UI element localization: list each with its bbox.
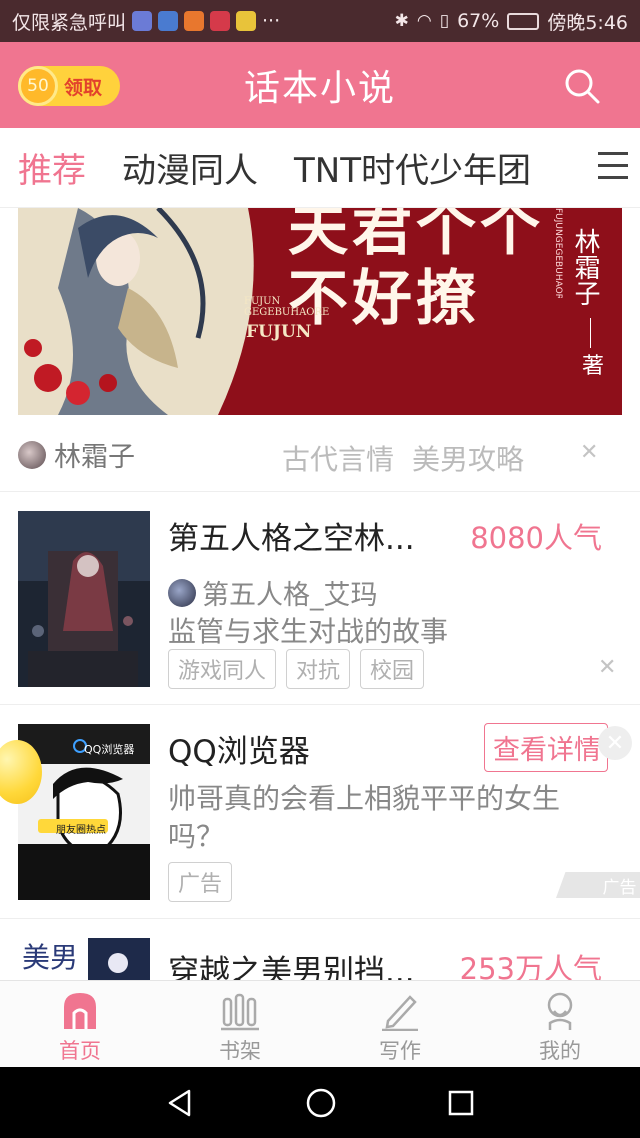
tab-recommend[interactable]: 推荐 <box>18 143 86 214</box>
claim-coins-button[interactable]: 50 领取 <box>18 66 120 106</box>
tab-anime-fanfic[interactable]: 动漫同人 <box>122 143 258 192</box>
ad-cover-app-name: QQ浏览器 <box>84 743 135 756</box>
book-tag[interactable]: 游戏同人 <box>168 649 277 689</box>
ad-description: 帅哥真的会看上相貌平平的女生吗？ <box>168 782 561 853</box>
home-icon <box>64 993 96 1029</box>
author-line: 第五人格_艾玛 <box>168 573 378 612</box>
battery-icon <box>507 12 540 30</box>
book-tag[interactable]: 对抗 <box>286 649 351 689</box>
gift-app-icon <box>210 11 231 31</box>
wifi-icon: ◠ <box>416 11 432 31</box>
banner-tags: 古代言情 美男攻略 <box>282 438 524 478</box>
book-popularity: 8080人气 <box>470 521 602 555</box>
book-cover <box>18 511 150 687</box>
music-app-icon <box>132 11 153 31</box>
emoji-app-icon <box>236 11 257 31</box>
profile-icon <box>547 992 573 1030</box>
tab-tnt[interactable]: TNT时代少年团 <box>294 143 531 192</box>
category-tabs: 推荐 动漫同人 TNT时代少年团 <box>0 128 640 214</box>
tag-row: 游戏同人 对抗 校园 <box>168 649 425 689</box>
app-header: 50 领取 话本小说 <box>0 42 640 128</box>
banner-fujun-big: FUJUN <box>246 322 312 342</box>
author-avatar <box>18 440 46 469</box>
author-avatar <box>168 578 196 607</box>
banner-meta-row: 林霜子 古代言情 美男攻略 ✕ <box>0 418 640 492</box>
app-title: 话本小说 <box>243 68 396 109</box>
tab-menu-button[interactable] <box>598 152 628 182</box>
book-title: 第五人格之空林... <box>168 521 415 557</box>
book-cover-text: 美男 <box>22 941 79 974</box>
bottom-nav: 首页 书架 写作 我的 <box>0 980 640 1067</box>
ad-tag: 广告 <box>168 862 233 902</box>
overflow-indicator: ··· <box>262 10 281 32</box>
back-icon[interactable] <box>165 1088 195 1118</box>
video-app-icon <box>184 11 205 31</box>
search-icon <box>565 69 600 104</box>
search-button[interactable] <box>562 66 602 106</box>
pencil-icon <box>382 995 418 1031</box>
view-details-button[interactable]: 查看详情 <box>484 723 608 772</box>
nav-write[interactable]: 写作 <box>320 981 480 1067</box>
banner-meta-author[interactable]: 林霜子 <box>54 435 135 474</box>
book-tag[interactable]: 校园 <box>360 649 425 689</box>
clock: 傍晚5:46 <box>547 11 628 34</box>
battery-percent: 67% <box>457 10 500 32</box>
home-circle-icon[interactable] <box>305 1087 337 1119</box>
nav-bookshelf[interactable]: 书架 <box>160 981 320 1067</box>
system-nav-bar <box>0 1067 640 1138</box>
book-popularity: 253万人气 <box>459 952 602 980</box>
banner-vertical-text: FUJUNGEGEBUHAORE <box>553 208 563 298</box>
coin-icon: 50 <box>18 66 58 106</box>
banner-title: 夫君个个 不好撩 <box>288 208 544 334</box>
banner-zhu: 著 <box>581 354 604 379</box>
claim-label: 领取 <box>64 76 103 99</box>
bluetooth-icon: ✱ <box>394 11 409 31</box>
close-icon[interactable]: ✕ <box>580 440 598 465</box>
status-bar: 仅限紧急呼叫 ··· ✱ ◠ ▯ 67% 傍晚5:46 <box>0 0 640 42</box>
book-item[interactable]: 第五人格之空林... 8080人气 第五人格_艾玛 监管与求生对战的故事 游戏同… <box>0 493 640 705</box>
alert-icon: ▯ <box>439 11 450 31</box>
recents-icon[interactable] <box>447 1089 475 1117</box>
baidu-app-icon <box>158 11 179 31</box>
banner-illustration <box>18 208 268 415</box>
ad-cover-badge: 朋友圈热点 <box>56 825 106 836</box>
nav-label: 书架 <box>219 1039 261 1063</box>
ad-item[interactable]: QQ浏览器 朋友圈热点 QQ浏览器 查看详情 ✕ 帅哥真的会看上相貌平平的女生吗… <box>0 706 640 919</box>
nav-home[interactable]: 首页 <box>0 981 160 1067</box>
app-screen: 仅限紧急呼叫 ··· ✱ ◠ ▯ 67% 傍晚5:46 50 领取 话本小说 推… <box>0 0 640 1138</box>
book-item[interactable]: 美男 穿越之美男别挡... 253万人气 <box>0 920 640 980</box>
banner-author: 林霜子 <box>570 228 600 306</box>
banner-divider <box>590 318 591 348</box>
ad-title: QQ浏览器 <box>168 734 310 770</box>
ad-mark: 广告 <box>556 872 640 898</box>
banner-tag[interactable]: 古代言情 <box>282 438 394 478</box>
book-title: 穿越之美男别挡... <box>168 954 415 980</box>
book-description: 监管与求生对战的故事 <box>168 615 449 648</box>
nav-label: 写作 <box>379 1039 421 1063</box>
author-name[interactable]: 第五人格_艾玛 <box>202 573 378 612</box>
banner-fujun-small: FUJUN GEGEBUHAORE <box>244 296 330 318</box>
tag-row: 广告 <box>168 862 233 902</box>
featured-banner[interactable]: 夫君个个 不好撩 林霜子 著 FUJUN GEGEBUHAORE FUJUN F… <box>18 208 622 415</box>
status-text: 仅限紧急呼叫 <box>12 11 127 34</box>
close-icon[interactable]: ✕ <box>598 655 616 680</box>
bookshelf-icon <box>221 993 259 1031</box>
nav-profile[interactable]: 我的 <box>480 981 640 1067</box>
nav-label: 我的 <box>539 1039 581 1063</box>
close-icon[interactable]: ✕ <box>598 726 632 760</box>
nav-label: 首页 <box>59 1039 101 1063</box>
banner-tag[interactable]: 美男攻略 <box>412 438 524 478</box>
